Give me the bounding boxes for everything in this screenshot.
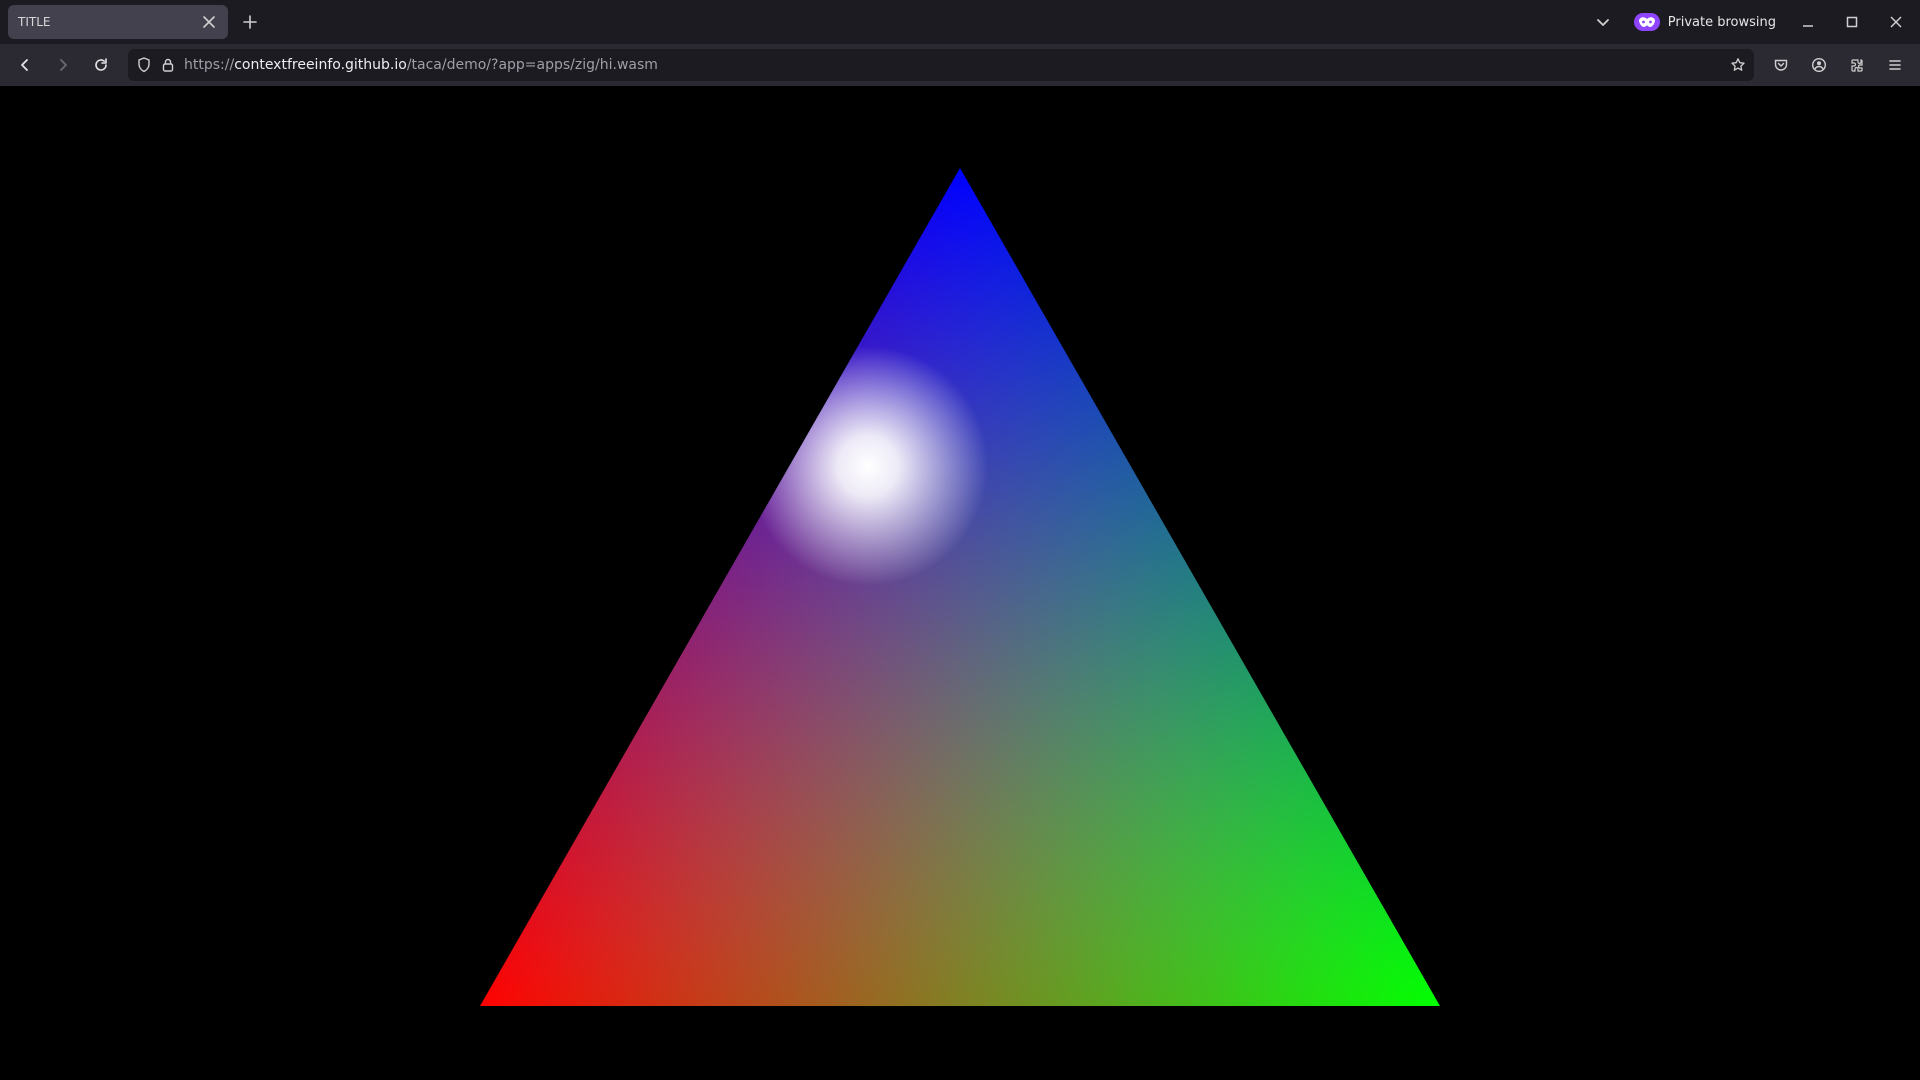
- private-browsing-indicator: Private browsing: [1628, 9, 1782, 35]
- bookmark-star-icon[interactable]: [1730, 57, 1746, 73]
- url-scheme: https://: [184, 57, 234, 73]
- pocket-button[interactable]: [1764, 48, 1798, 82]
- close-tab-icon[interactable]: [200, 13, 218, 31]
- url-text: https://contextfreeinfo.github.io/taca/d…: [184, 57, 658, 73]
- shield-icon[interactable]: [136, 57, 152, 73]
- page-content[interactable]: [0, 86, 1920, 1080]
- app-menu-button[interactable]: [1878, 48, 1912, 82]
- lock-icon[interactable]: [160, 57, 176, 73]
- url-host: contextfreeinfo.github.io: [234, 57, 407, 73]
- window-close-button[interactable]: [1878, 6, 1914, 38]
- url-path: /taca/demo/?app=apps/zig/hi.wasm: [407, 57, 658, 73]
- reload-button[interactable]: [84, 48, 118, 82]
- tab-strip: TITLE Private browsing: [0, 0, 1920, 44]
- back-button[interactable]: [8, 48, 42, 82]
- browser-tab[interactable]: TITLE: [8, 5, 228, 39]
- forward-button[interactable]: [46, 48, 80, 82]
- demo-canvas[interactable]: [0, 86, 1920, 1080]
- new-tab-button[interactable]: [234, 6, 266, 38]
- extensions-button[interactable]: [1840, 48, 1874, 82]
- window-minimize-button[interactable]: [1790, 6, 1826, 38]
- navigation-toolbar: https://contextfreeinfo.github.io/taca/d…: [0, 44, 1920, 86]
- mask-icon: [1634, 13, 1660, 31]
- overflow-chevron-icon[interactable]: [1586, 5, 1620, 39]
- private-browsing-label: Private browsing: [1668, 15, 1776, 30]
- tab-title: TITLE: [18, 15, 50, 29]
- account-button[interactable]: [1802, 48, 1836, 82]
- url-bar[interactable]: https://contextfreeinfo.github.io/taca/d…: [128, 49, 1754, 81]
- window-maximize-button[interactable]: [1834, 6, 1870, 38]
